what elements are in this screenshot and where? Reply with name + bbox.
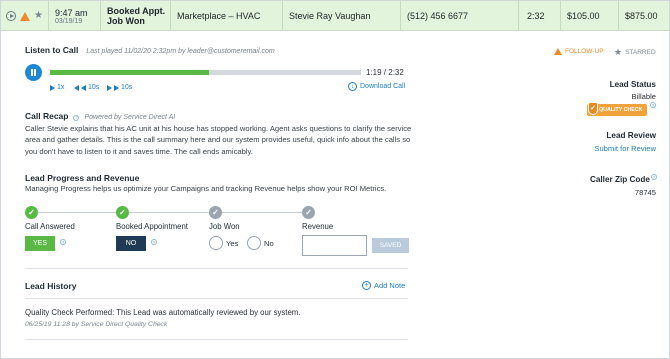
step-booked-appointment: Booked Appointment bbox=[116, 222, 188, 231]
audio-progress-fill bbox=[50, 70, 209, 75]
lead-status-title: Lead Status bbox=[609, 80, 656, 89]
forward-label: 10s bbox=[121, 84, 133, 91]
job-won-yes-radio[interactable] bbox=[209, 236, 223, 250]
quality-check-label: QUALITY CHECK bbox=[599, 107, 643, 113]
divider bbox=[25, 268, 408, 269]
submit-for-review-link[interactable]: Submit for Review bbox=[594, 144, 656, 153]
add-note-button[interactable]: + Add Note bbox=[362, 281, 405, 290]
star-icon: ★ bbox=[614, 47, 623, 57]
call-value: $875.00 bbox=[625, 11, 658, 21]
help-icon[interactable]: ? bbox=[651, 174, 657, 180]
step-call-answered: Call Answered bbox=[25, 222, 75, 231]
starred-label: STARRED bbox=[625, 49, 656, 56]
speed-label: 1x bbox=[57, 84, 65, 91]
call-answered-yes-button[interactable]: YES bbox=[25, 236, 55, 251]
follow-up-button[interactable]: FOLLOW-UP bbox=[554, 48, 604, 55]
saved-button[interactable]: SAVED bbox=[372, 238, 409, 253]
call-status: Booked Appt. Job Won bbox=[101, 1, 171, 31]
help-icon[interactable]: ? bbox=[73, 114, 80, 121]
add-note-label: Add Note bbox=[374, 281, 406, 290]
warning-icon[interactable] bbox=[20, 11, 31, 21]
check-icon: ✓ bbox=[302, 206, 315, 219]
rewind-icon bbox=[74, 84, 79, 91]
step-revenue: Revenue bbox=[302, 222, 334, 231]
caller-zip-title: Caller Zip Code bbox=[589, 175, 650, 184]
help-icon[interactable]: ? bbox=[650, 102, 656, 108]
lead-status-value: Billable bbox=[631, 92, 656, 101]
step-job-won: Job Won bbox=[209, 222, 240, 231]
check-icon: ✓ bbox=[209, 206, 222, 219]
speed-button[interactable]: 1x bbox=[50, 84, 64, 91]
call-date: 03/19/19 bbox=[55, 17, 83, 25]
warning-icon bbox=[554, 48, 562, 55]
divider bbox=[25, 298, 408, 299]
status-line-1: Booked Appt. bbox=[107, 6, 166, 16]
help-icon[interactable]: ? bbox=[60, 239, 66, 245]
recap-powered: Powered by Service Direct AI bbox=[84, 114, 176, 121]
duration-cell: 2:32 bbox=[519, 1, 561, 31]
pause-button[interactable] bbox=[25, 64, 42, 81]
rewind-label: 10s bbox=[88, 84, 100, 91]
shield-icon: ✓ bbox=[588, 102, 598, 115]
status-line-2: Job Won bbox=[107, 16, 145, 26]
check-icon: ✓ bbox=[25, 206, 38, 219]
booked-appointment-no-button[interactable]: NO bbox=[116, 236, 146, 251]
caller-name-cell: Stevie Ray Vaughan bbox=[283, 1, 401, 31]
call-duration: 2:32 bbox=[527, 11, 545, 21]
lead-review-title: Lead Review bbox=[606, 131, 656, 140]
audio-progress-bar[interactable] bbox=[50, 70, 361, 75]
forward-button[interactable]: 10s bbox=[107, 84, 132, 91]
revenue-input[interactable] bbox=[302, 235, 367, 256]
value-cell: $875.00 bbox=[619, 1, 669, 31]
play-speed-icon bbox=[50, 84, 55, 91]
quality-check-badge: ✓ QUALITY CHECK bbox=[587, 102, 647, 116]
call-datetime: 9:47 am 03/19/19 bbox=[49, 1, 101, 31]
recap-text: Caller Stevie explains that his AC unit … bbox=[25, 124, 412, 156]
caller-name: Stevie Ray Vaughan bbox=[289, 11, 371, 21]
lead-progress-text: Managing Progress helps us optimize your… bbox=[25, 184, 387, 193]
star-icon[interactable]: ★ bbox=[34, 11, 43, 21]
divider bbox=[25, 339, 408, 340]
play-icon[interactable] bbox=[6, 11, 17, 21]
phone-cell: (512) 456 6677 bbox=[401, 1, 519, 31]
last-played: Last played 11/02/20 2:32pm by leader@cu… bbox=[86, 48, 275, 55]
caller-phone: (512) 456 6677 bbox=[407, 11, 469, 21]
row-icons: ★ bbox=[1, 1, 49, 31]
rewind-icon bbox=[81, 84, 86, 91]
campaign-name: Marketplace – HVAC bbox=[177, 11, 261, 21]
job-won-no-label: No bbox=[264, 239, 274, 248]
recap-title: Call Recap bbox=[25, 111, 69, 121]
help-icon[interactable]: ? bbox=[151, 239, 157, 245]
caller-zip-value: 78745 bbox=[634, 188, 656, 197]
audio-time: 1:19 / 2:32 bbox=[366, 68, 404, 77]
history-entry-text: Quality Check Performed: This Lead was a… bbox=[25, 308, 301, 317]
progress-line bbox=[31, 212, 309, 213]
campaign-cell: Marketplace – HVAC bbox=[171, 1, 283, 31]
job-won-no-radio[interactable] bbox=[247, 236, 261, 250]
plus-icon: + bbox=[362, 281, 371, 290]
lead-history-title: Lead History bbox=[25, 281, 77, 291]
call-time: 9:47 am bbox=[55, 7, 88, 18]
forward-icon bbox=[114, 84, 119, 91]
job-won-yes-label: Yes bbox=[226, 239, 239, 248]
download-label: Download Call bbox=[360, 83, 406, 90]
recap-header: Call Recap ? Powered by Service Direct A… bbox=[25, 111, 175, 121]
rewind-button[interactable]: 10s bbox=[74, 84, 99, 91]
history-entry-meta: 06/25/19 11:28 by Service Direct Quality… bbox=[25, 321, 168, 328]
call-revenue: $105.00 bbox=[567, 11, 600, 21]
forward-icon bbox=[107, 84, 112, 91]
starred-button[interactable]: ★ STARRED bbox=[614, 48, 656, 57]
follow-up-label: FOLLOW-UP bbox=[565, 48, 604, 55]
lead-summary-row[interactable]: ★ 9:47 am 03/19/19 Booked Appt. Job Won … bbox=[1, 1, 669, 31]
download-icon: ↓ bbox=[348, 82, 357, 91]
listen-header: Listen to Call Last played 11/02/20 2:32… bbox=[25, 45, 275, 55]
download-call-link[interactable]: ↓ Download Call bbox=[348, 82, 405, 91]
lead-progress-title: Lead Progress and Revenue bbox=[25, 173, 140, 183]
listen-title: Listen to Call bbox=[25, 45, 79, 55]
check-icon: ✓ bbox=[116, 206, 129, 219]
revenue-cell: $105.00 bbox=[561, 1, 619, 31]
